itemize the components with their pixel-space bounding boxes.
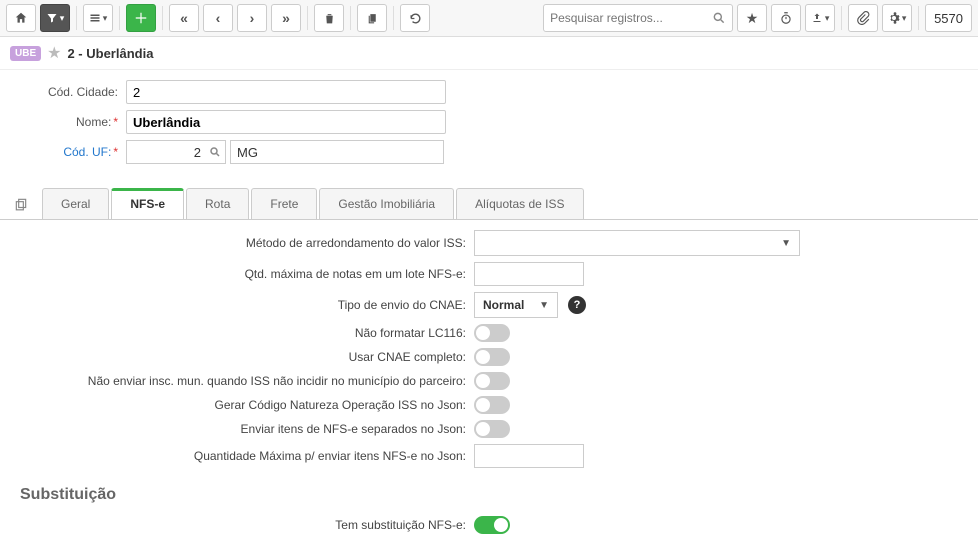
tab-frete[interactable]: Frete (251, 188, 317, 219)
tab-content-nfse: Método de arredondamento do valor ISS: ▼… (0, 220, 978, 550)
tipo-envio-cnae-label: Tipo de envio do CNAE: (20, 298, 474, 312)
separator (76, 6, 77, 30)
tabs: Geral NFS-e Rota Frete Gestão Imobiliári… (0, 188, 978, 220)
page-title: 2 - Uberlândia (67, 46, 153, 61)
record-count: 5570 (925, 4, 972, 32)
record-badge: UBE (10, 46, 41, 61)
home-button[interactable] (6, 4, 36, 32)
cod-cidade-label: Cód. Cidade: (20, 85, 126, 99)
export-button[interactable]: ▾ (805, 4, 835, 32)
tab-geral[interactable]: Geral (42, 188, 109, 219)
first-button[interactable]: « (169, 4, 199, 32)
separator (841, 6, 842, 30)
nao-formatar-lc116-toggle[interactable] (474, 324, 510, 342)
search-records[interactable] (543, 4, 733, 32)
separator (350, 6, 351, 30)
substituicao-section-title: Substituição (20, 486, 958, 504)
usar-cnae-completo-label: Usar CNAE completo: (20, 350, 474, 364)
gerar-cod-natureza-toggle[interactable] (474, 396, 510, 414)
tab-nfse[interactable]: NFS-e (111, 188, 184, 219)
nao-enviar-insc-toggle[interactable] (474, 372, 510, 390)
form-area: Cód. Cidade: Nome:* Cód. UF:* 2 MG (0, 70, 978, 180)
next-button[interactable]: › (237, 4, 267, 32)
tab-aliquotas-iss[interactable]: Alíquotas de ISS (456, 188, 583, 219)
tab-gestao-imobiliaria[interactable]: Gestão Imobiliária (319, 188, 454, 219)
enviar-itens-separados-label: Enviar itens de NFS-e separados no Json: (20, 422, 474, 436)
cod-uf-desc: MG (230, 140, 444, 164)
star-icon[interactable]: ★ (47, 43, 61, 63)
metodo-arredondamento-label: Método de arredondamento do valor ISS: (20, 236, 474, 250)
settings-button[interactable]: ▾ (882, 4, 912, 32)
qtd-max-itens-json-input[interactable] (474, 444, 584, 468)
help-icon[interactable]: ? (568, 296, 586, 314)
cod-uf-label[interactable]: Cód. UF:* (20, 145, 126, 159)
nome-input[interactable] (126, 110, 446, 134)
tem-substituicao-toggle[interactable] (474, 516, 510, 534)
lookup-icon[interactable] (209, 146, 221, 158)
filter-button[interactable]: ▾ (40, 4, 70, 32)
copy-button[interactable] (357, 4, 387, 32)
nome-label: Nome:* (20, 115, 126, 129)
prev-button[interactable]: ‹ (203, 4, 233, 32)
copy-tab-icon[interactable] (10, 193, 32, 215)
record-header: UBE ★ 2 - Uberlândia (0, 37, 978, 70)
chevron-down-icon: ▼ (781, 238, 791, 249)
separator (918, 6, 919, 30)
favorite-button[interactable]: ★ (737, 4, 767, 32)
enviar-itens-separados-toggle[interactable] (474, 420, 510, 438)
separator (307, 6, 308, 30)
nao-formatar-lc116-label: Não formatar LC116: (20, 326, 474, 340)
refresh-button[interactable] (400, 4, 430, 32)
separator (393, 6, 394, 30)
gerar-cod-natureza-label: Gerar Código Natureza Operação ISS no Js… (20, 398, 474, 412)
qtd-max-lote-label: Qtd. máxima de notas em um lote NFS-e: (20, 267, 474, 281)
chevron-down-icon: ▼ (539, 300, 549, 311)
nao-enviar-insc-label: Não enviar insc. mun. quando ISS não inc… (20, 374, 474, 388)
metodo-arredondamento-select[interactable]: ▼ (474, 230, 800, 256)
tab-rota[interactable]: Rota (186, 188, 249, 219)
attach-button[interactable] (848, 4, 878, 32)
usar-cnae-completo-toggle[interactable] (474, 348, 510, 366)
qtd-max-itens-json-label: Quantidade Máxima p/ enviar itens NFS-e … (20, 449, 474, 463)
list-view-button[interactable]: ▾ (83, 4, 113, 32)
search-icon (712, 11, 726, 25)
qtd-max-lote-input[interactable] (474, 262, 584, 286)
cod-uf-input[interactable]: 2 (126, 140, 226, 164)
separator (119, 6, 120, 30)
tem-substituicao-label: Tem substituição NFS-e: (20, 518, 474, 532)
add-button[interactable] (126, 4, 156, 32)
separator (162, 6, 163, 30)
main-toolbar: ▾ ▾ « ‹ › » ★ (0, 0, 978, 37)
delete-button[interactable] (314, 4, 344, 32)
search-input[interactable] (550, 11, 712, 25)
star-icon: ★ (746, 10, 759, 27)
timer-button[interactable] (771, 4, 801, 32)
cod-cidade-input[interactable] (126, 80, 446, 104)
last-button[interactable]: » (271, 4, 301, 32)
tipo-envio-cnae-select[interactable]: Normal ▼ (474, 292, 558, 318)
